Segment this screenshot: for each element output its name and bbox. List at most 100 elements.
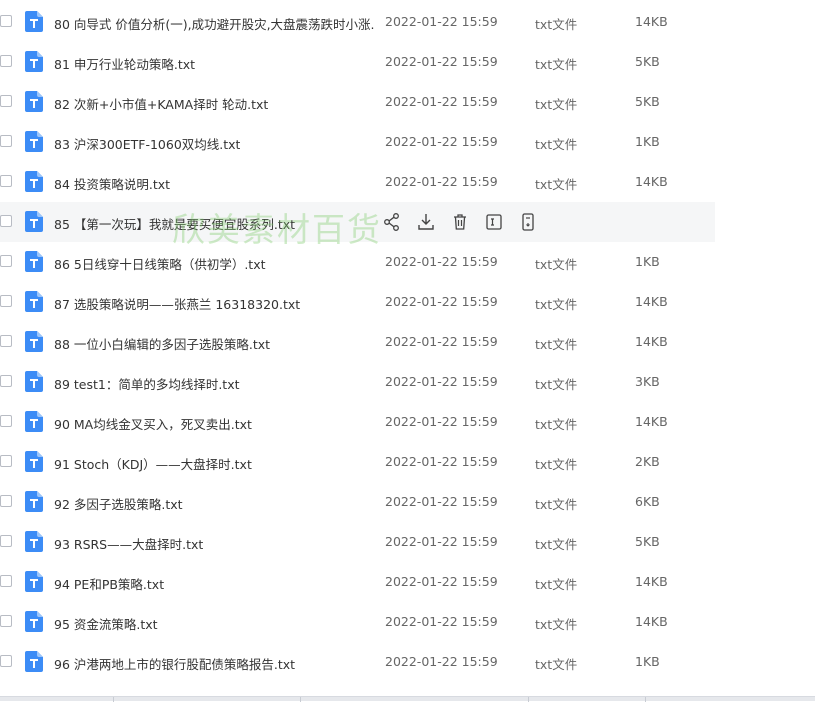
txt-file-icon [25, 171, 43, 192]
file-type: txt文件 [535, 577, 578, 592]
row-checkbox[interactable] [0, 455, 12, 467]
download-icon[interactable] [417, 212, 435, 232]
file-type: txt文件 [535, 177, 578, 192]
file-name[interactable]: 90 MA均线金叉买入，死叉卖出.txt [54, 414, 252, 433]
file-name[interactable]: 96 沪港两地上市的银行股配债策略报告.txt [54, 654, 295, 673]
txt-file-icon [25, 91, 43, 112]
file-list: 80 向导式 价值分析(一),成功避开股灾,大盘震荡跌时小涨... 2022-0… [0, 2, 815, 682]
file-type: txt文件 [535, 657, 578, 672]
file-name[interactable]: 88 一位小白编辑的多因子选股策略.txt [54, 334, 270, 353]
file-name[interactable]: 93 RSRS——大盘择时.txt [54, 534, 203, 553]
row-checkbox[interactable] [0, 95, 12, 107]
row-checkbox[interactable] [0, 535, 12, 547]
file-name[interactable]: 82 次新+小市值+KAMA择时 轮动.txt [54, 94, 268, 113]
file-row[interactable]: 95 资金流策略.txt 2022-01-22 15:59 txt文件 14KB [0, 602, 715, 642]
file-size: 14KB [635, 334, 668, 349]
file-size: 14KB [635, 14, 668, 29]
txt-file-icon [25, 251, 43, 272]
file-type: txt文件 [535, 17, 578, 32]
row-checkbox[interactable] [0, 655, 12, 667]
row-checkbox[interactable] [0, 55, 12, 67]
file-size: 1KB [635, 654, 660, 669]
file-date: 2022-01-22 15:59 [385, 174, 498, 189]
row-checkbox[interactable] [0, 575, 12, 587]
file-name[interactable]: 85 【第一次玩】我就是要买便宜股系列.txt [54, 214, 295, 233]
file-name[interactable]: 86 5日线穿十日线策略（供初学）.txt [54, 254, 266, 273]
txt-file-icon [25, 131, 43, 152]
more-icon[interactable] [519, 212, 537, 232]
file-type: txt文件 [535, 57, 578, 72]
file-size: 1KB [635, 254, 660, 269]
file-size: 14KB [635, 294, 668, 309]
file-date: 2022-01-22 15:59 [385, 54, 498, 69]
file-name[interactable]: 84 投资策略说明.txt [54, 174, 170, 193]
row-checkbox[interactable] [0, 135, 12, 147]
file-row[interactable]: 96 沪港两地上市的银行股配债策略报告.txt 2022-01-22 15:59… [0, 642, 715, 682]
row-checkbox[interactable] [0, 215, 12, 227]
file-type: txt文件 [535, 297, 578, 312]
file-name[interactable]: 81 申万行业轮动策略.txt [54, 54, 195, 73]
file-type: txt文件 [535, 457, 578, 472]
file-row[interactable]: 88 一位小白编辑的多因子选股策略.txt 2022-01-22 15:59 t… [0, 322, 715, 362]
row-checkbox[interactable] [0, 295, 12, 307]
file-date: 2022-01-22 15:59 [385, 494, 498, 509]
row-checkbox[interactable] [0, 415, 12, 427]
row-checkbox[interactable] [0, 495, 12, 507]
file-size: 14KB [635, 574, 668, 589]
file-row[interactable]: 83 沪深300ETF-1060双均线.txt 2022-01-22 15:59… [0, 122, 715, 162]
row-checkbox[interactable] [0, 335, 12, 347]
file-type: txt文件 [535, 497, 578, 512]
file-name[interactable]: 91 Stoch（KDJ）——大盘择时.txt [54, 454, 252, 473]
file-row[interactable]: 90 MA均线金叉买入，死叉卖出.txt 2022-01-22 15:59 tx… [0, 402, 715, 442]
toolbar-divider [645, 697, 646, 702]
file-row[interactable]: 94 PE和PB策略.txt 2022-01-22 15:59 txt文件 14… [0, 562, 715, 602]
file-name[interactable]: 89 test1：简单的多均线择时.txt [54, 374, 240, 393]
file-row[interactable]: 80 向导式 价值分析(一),成功避开股灾,大盘震荡跌时小涨... 2022-0… [0, 2, 715, 42]
file-size: 1KB [635, 134, 660, 149]
file-type: txt文件 [535, 417, 578, 432]
file-date: 2022-01-22 15:59 [385, 134, 498, 149]
file-name[interactable]: 94 PE和PB策略.txt [54, 574, 164, 593]
file-row[interactable]: 91 Stoch（KDJ）——大盘择时.txt 2022-01-22 15:59… [0, 442, 715, 482]
file-type: txt文件 [535, 617, 578, 632]
share-icon[interactable] [383, 212, 401, 232]
file-name[interactable]: 92 多因子选股策略.txt [54, 494, 183, 513]
file-row[interactable]: 86 5日线穿十日线策略（供初学）.txt 2022-01-22 15:59 t… [0, 242, 715, 282]
rename-icon[interactable] [485, 212, 503, 232]
file-date: 2022-01-22 15:59 [385, 374, 498, 389]
file-row[interactable]: 92 多因子选股策略.txt 2022-01-22 15:59 txt文件 6K… [0, 482, 715, 522]
delete-icon[interactable] [451, 212, 469, 232]
file-size: 5KB [635, 534, 660, 549]
file-row[interactable]: 87 选股策略说明——张燕兰 16318320.txt 2022-01-22 1… [0, 282, 715, 322]
file-name[interactable]: 80 向导式 价值分析(一),成功避开股灾,大盘震荡跌时小涨... [54, 14, 374, 33]
file-row[interactable]: 81 申万行业轮动策略.txt 2022-01-22 15:59 txt文件 5… [0, 42, 715, 82]
txt-file-icon [25, 291, 43, 312]
file-row[interactable]: 89 test1：简单的多均线择时.txt 2022-01-22 15:59 t… [0, 362, 715, 402]
file-size: 14KB [635, 414, 668, 429]
row-checkbox[interactable] [0, 175, 12, 187]
file-row[interactable]: 84 投资策略说明.txt 2022-01-22 15:59 txt文件 14K… [0, 162, 715, 202]
file-name[interactable]: 95 资金流策略.txt [54, 614, 158, 633]
file-size: 14KB [635, 174, 668, 189]
txt-file-icon [25, 331, 43, 352]
file-date: 2022-01-22 15:59 [385, 534, 498, 549]
txt-file-icon [25, 491, 43, 512]
row-checkbox[interactable] [0, 15, 12, 27]
txt-file-icon [25, 451, 43, 472]
file-row[interactable]: 82 次新+小市值+KAMA择时 轮动.txt 2022-01-22 15:59… [0, 82, 715, 122]
file-row-hovered[interactable]: 85 【第一次玩】我就是要买便宜股系列.txt [0, 202, 715, 242]
file-size: 5KB [635, 94, 660, 109]
file-size: 6KB [635, 494, 660, 509]
file-date: 2022-01-22 15:59 [385, 254, 498, 269]
row-checkbox[interactable] [0, 255, 12, 267]
file-name[interactable]: 87 选股策略说明——张燕兰 16318320.txt [54, 294, 300, 313]
file-row[interactable]: 93 RSRS——大盘择时.txt 2022-01-22 15:59 txt文件… [0, 522, 715, 562]
file-name[interactable]: 83 沪深300ETF-1060双均线.txt [54, 134, 240, 153]
row-checkbox[interactable] [0, 615, 12, 627]
file-date: 2022-01-22 15:59 [385, 14, 498, 29]
file-size: 2KB [635, 454, 660, 469]
row-checkbox[interactable] [0, 375, 12, 387]
file-type: txt文件 [535, 537, 578, 552]
bottom-toolbar [0, 696, 815, 702]
txt-file-icon [25, 571, 43, 592]
